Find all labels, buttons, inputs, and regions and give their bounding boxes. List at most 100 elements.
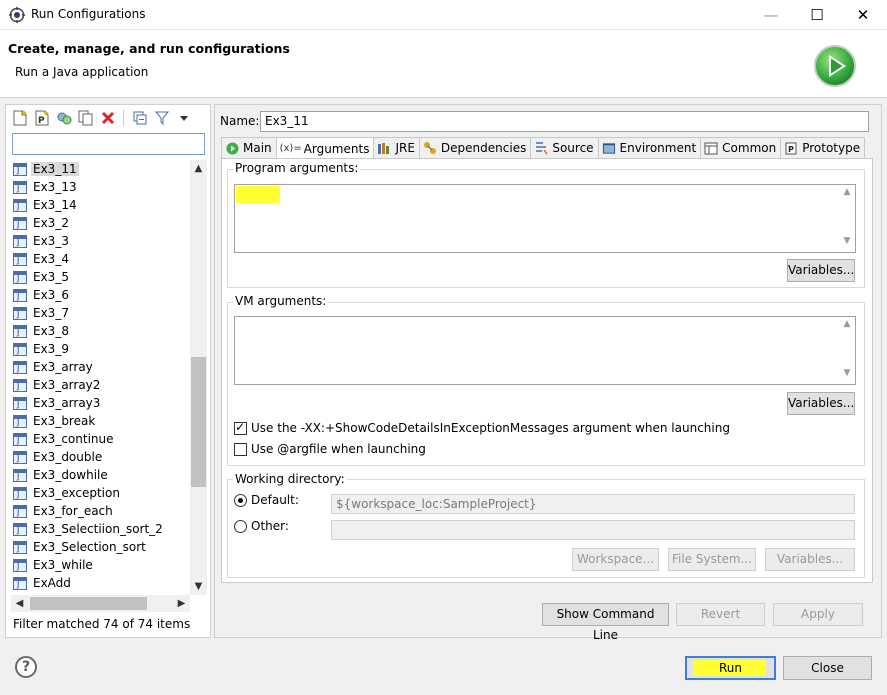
vm-arguments-textarea[interactable]: ▲ ▼ [234, 316, 856, 385]
scroll-down-icon[interactable]: ▼ [839, 236, 855, 250]
run-button-label: Run [718, 661, 742, 675]
tree-item[interactable]: Ex3_Selection_sort [11, 538, 195, 556]
tree-item[interactable]: Ex3_array2 [11, 376, 195, 394]
java-application-icon [13, 360, 27, 374]
tab-jre[interactable]: JRE [373, 137, 420, 158]
vm-arguments-label: VM arguments: [233, 294, 329, 308]
prototype-tab-icon: P [784, 141, 798, 155]
scroll-right-icon[interactable]: ▶ [173, 595, 190, 612]
svg-text:P: P [38, 116, 45, 126]
tree-item[interactable]: Ex3_8 [11, 322, 195, 340]
close-button[interactable]: Close [783, 656, 872, 680]
tree-item-label: Ex3_3 [33, 234, 69, 248]
tree-item-label: Ex3_array3 [33, 396, 101, 410]
file-system-button[interactable]: File System... [668, 548, 756, 571]
filter-icon[interactable] [152, 109, 171, 127]
show-command-line-button[interactable]: Show Command Line [542, 603, 669, 642]
tree-item[interactable]: Ex3_break [11, 412, 195, 430]
run-button[interactable]: Run [685, 656, 776, 680]
tree-item[interactable]: Ex3_continue [11, 430, 195, 448]
program-variables-button[interactable]: Variables... [787, 259, 855, 282]
tree-item-label: Ex3_2 [33, 216, 69, 230]
tree-item[interactable]: Ex3_4 [11, 250, 195, 268]
vm-variables-button[interactable]: Variables... [787, 392, 855, 415]
scroll-down-icon[interactable]: ▼ [839, 368, 855, 382]
svg-text:P: P [788, 145, 794, 154]
duplicate-configuration-icon[interactable] [76, 109, 95, 127]
default-directory-option[interactable]: Default: [234, 493, 299, 507]
tab-label: JRE [395, 141, 415, 155]
tree-item[interactable]: Ex3_while [11, 556, 195, 574]
tree-item[interactable]: Ex3_double [11, 448, 195, 466]
argfile-label: Use @argfile when launching [251, 442, 426, 456]
tree-item[interactable]: ExAdd [11, 574, 195, 592]
collapse-all-icon[interactable] [130, 109, 149, 127]
tree-item[interactable]: Ex3_6 [11, 286, 195, 304]
tree-horizontal-scrollbar[interactable]: ◀ ▶ [11, 595, 190, 612]
scroll-down-icon[interactable]: ▼ [190, 578, 207, 595]
tree-item[interactable]: Ex3_array3 [11, 394, 195, 412]
other-directory-option[interactable]: Other: [234, 519, 289, 533]
program-arguments-textarea[interactable]: ▲ ▼ [234, 184, 856, 253]
scroll-left-icon[interactable]: ◀ [11, 595, 28, 612]
tree-item[interactable]: Ex3_7 [11, 304, 195, 322]
tab-main[interactable]: Main [221, 137, 277, 158]
apply-button[interactable]: Apply [773, 603, 863, 626]
scroll-up-icon[interactable]: ▲ [839, 319, 855, 333]
working-dir-variables-button[interactable]: Variables... [765, 548, 855, 571]
export-configuration-icon[interactable] [54, 109, 73, 127]
tree-item[interactable]: Ex3_2 [11, 214, 195, 232]
default-directory-radio[interactable] [234, 493, 247, 507]
scrollbar-thumb[interactable] [191, 357, 206, 487]
tree-item[interactable]: Ex3_9 [11, 340, 195, 358]
view-menu-icon[interactable] [174, 109, 193, 127]
argfile-checkbox[interactable] [234, 442, 247, 456]
argfile-option[interactable]: Use @argfile when launching [234, 442, 426, 456]
revert-button[interactable]: Revert [676, 603, 765, 626]
tree-item-label: Ex3_8 [33, 324, 69, 338]
delete-configuration-icon[interactable] [98, 109, 117, 127]
tree-item[interactable]: Ex3_13 [11, 178, 195, 196]
scroll-up-icon[interactable]: ▲ [190, 160, 207, 177]
tree-item[interactable]: Ex3_11 [11, 160, 195, 178]
new-prototype-icon[interactable]: P [32, 109, 51, 127]
show-code-details-checkbox[interactable] [234, 420, 247, 435]
tree-item-label: Ex3_13 [33, 180, 77, 194]
scrollbar-thumb[interactable] [30, 597, 147, 610]
scroll-up-icon[interactable]: ▲ [839, 187, 855, 201]
tree-item[interactable]: Ex3_3 [11, 232, 195, 250]
tab-arguments[interactable]: (x)= Arguments [275, 137, 375, 159]
maximize-button[interactable]: ☐ [794, 0, 840, 30]
filter-input[interactable] [13, 134, 204, 154]
tree-item[interactable]: Ex3_14 [11, 196, 195, 214]
tab-environment[interactable]: Environment [597, 137, 702, 158]
header-title: Create, manage, and run configurations [8, 41, 290, 56]
java-application-icon [13, 576, 27, 590]
java-application-icon [13, 414, 27, 428]
textarea-scrollbar[interactable]: ▲ ▼ [839, 185, 855, 252]
tree-item-label: Ex3_array [33, 360, 93, 374]
tab-dependencies[interactable]: Dependencies [418, 137, 532, 158]
tab-label: Common [722, 141, 777, 155]
show-code-details-option[interactable]: Use the -XX:+ShowCodeDetailsInExceptionM… [234, 420, 730, 435]
workspace-button[interactable]: Workspace... [572, 548, 659, 571]
new-configuration-icon[interactable] [10, 109, 29, 127]
tab-source[interactable]: Source [530, 137, 599, 158]
tree-item[interactable]: Ex3_for_each [11, 502, 195, 520]
tree-item[interactable]: Ex3_exception [11, 484, 195, 502]
textarea-scrollbar[interactable]: ▲ ▼ [839, 317, 855, 384]
close-window-button[interactable]: ✕ [840, 0, 886, 30]
tree-item[interactable]: Ex3_dowhile [11, 466, 195, 484]
tree-item[interactable]: Ex3_array [11, 358, 195, 376]
minimize-button[interactable]: — [748, 0, 794, 30]
main-tab-icon [225, 141, 239, 155]
other-directory-radio[interactable] [234, 519, 247, 533]
tree-item[interactable]: Ex3_Selectiion_sort_2 [11, 520, 195, 538]
java-application-icon [13, 180, 27, 194]
help-icon[interactable]: ? [15, 656, 37, 678]
tree-item[interactable]: Ex3_5 [11, 268, 195, 286]
tab-prototype[interactable]: P Prototype [780, 137, 866, 158]
name-field[interactable]: Ex3_11 [260, 111, 869, 132]
tree-vertical-scrollbar[interactable]: ▲ ▼ [190, 160, 207, 595]
tab-common[interactable]: Common [700, 137, 782, 158]
